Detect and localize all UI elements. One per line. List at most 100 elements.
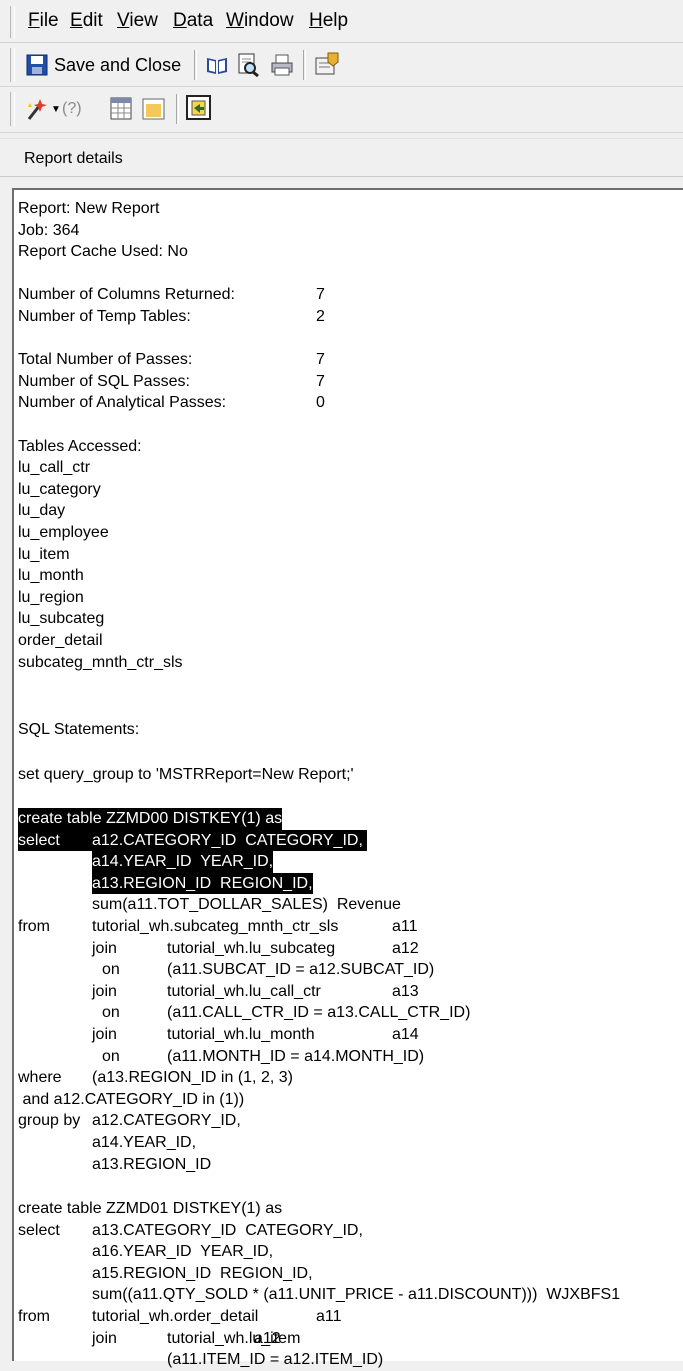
wizard-wand-icon	[27, 99, 47, 120]
print-button[interactable]	[270, 52, 294, 78]
sql-keyword: select	[18, 1221, 60, 1239]
report-name: Report: New Report	[18, 200, 160, 217]
toolbar-grip-2[interactable]	[10, 92, 15, 126]
sql-line: (a11.CALL_CTR_ID = a13.CALL_CTR_ID)	[167, 1004, 471, 1022]
sql-line: sum((a11.QTY_SOLD * (a11.UNIT_PRICE - a1…	[92, 1286, 621, 1304]
sql-line: create table ZZMD00 DISTKEY(1) as	[18, 808, 283, 830]
table-name: subcateg_mnth_ctr_sls	[18, 653, 183, 671]
table-name: lu_call_ctr	[18, 459, 91, 477]
save-and-close-label: Save and Close	[54, 54, 182, 75]
sql-set-query-group: set query_group to 'MSTRReport=New Repor…	[18, 766, 354, 783]
sql-keyword: group by	[18, 1112, 81, 1130]
help-button[interactable]: (?)	[62, 96, 82, 122]
sql-line: (a11.SUBCAT_ID = a12.SUBCAT_ID)	[167, 961, 435, 979]
sql-line: (a11.ITEM_ID = a12.ITEM_ID)	[167, 1351, 384, 1369]
table-name: lu_month	[18, 567, 84, 585]
stat-label: Number of Temp Tables:	[18, 308, 191, 325]
table-name: lu_region	[18, 588, 84, 606]
open-book-button[interactable]	[205, 52, 229, 78]
wizard-dropdown-button[interactable]: ▼	[26, 96, 61, 122]
sql-line: create table ZZMD01 DISTKEY(1) as	[18, 1200, 283, 1217]
sql-table: tutorial_wh.lu_month	[167, 1026, 315, 1043]
sql-line: a12.CATEGORY_ID CATEGORY_ID,	[92, 829, 367, 852]
toolbar-standard: Save and Close	[0, 44, 683, 86]
table-name: lu_subcateg	[18, 610, 105, 628]
toolbar-grip[interactable]	[10, 48, 15, 82]
properties-icon	[315, 52, 339, 75]
toolbar-report: ▼ (?)	[0, 88, 683, 130]
stat-value: 7	[316, 286, 325, 304]
menu-window[interactable]: Window	[226, 10, 294, 32]
menu-help[interactable]: Help	[309, 10, 348, 32]
sql-table: tutorial_wh.lu_call_ctr	[167, 982, 321, 1000]
sql-keyword: from	[18, 1308, 50, 1325]
sql-keyword: from	[18, 918, 50, 935]
section-title: Report details	[24, 150, 123, 167]
stat-label: Number of SQL Passes:	[18, 372, 190, 390]
tables-header: Tables Accessed:	[18, 437, 142, 455]
export-button[interactable]	[186, 95, 212, 121]
sql-alias: a12	[254, 1329, 281, 1347]
sql-table: tutorial_wh.order_detail	[92, 1308, 259, 1325]
note-icon	[142, 98, 165, 120]
table-name: lu_day	[18, 502, 66, 520]
sql-line: a14.YEAR_ID YEAR_ID,	[92, 851, 274, 873]
sql-alias: a11	[316, 1308, 342, 1325]
sql-table: tutorial_wh.subcateg_mnth_ctr_sls	[92, 918, 339, 935]
sql-line: a16.YEAR_ID YEAR_ID,	[92, 1243, 274, 1261]
sql-keyword: select	[18, 829, 92, 852]
sql-keyword: where	[18, 1069, 62, 1087]
sql-alias: a14	[392, 1026, 419, 1043]
print-preview-button[interactable]	[236, 52, 260, 78]
sql-keyword: on	[102, 1047, 120, 1065]
menu-grip[interactable]	[10, 6, 15, 38]
sql-line: a14.YEAR_ID,	[92, 1134, 197, 1151]
sql-line: (a13.REGION_ID in (1, 2, 3)	[92, 1069, 293, 1087]
sql-line: a12.CATEGORY_ID,	[92, 1112, 241, 1130]
stat-value: 2	[316, 308, 325, 325]
sql-header: SQL Statements:	[18, 721, 140, 738]
sql-keyword: join	[92, 939, 117, 957]
menu-file[interactable]: File	[28, 10, 59, 32]
sql-keyword: on	[102, 961, 120, 979]
stat-label: Total Number of Passes:	[18, 351, 193, 369]
properties-button[interactable]	[314, 51, 340, 77]
sql-keyword: on	[102, 1004, 120, 1022]
note-button[interactable]	[142, 96, 166, 122]
sql-line: (a11.MONTH_ID = a14.MONTH_ID)	[167, 1047, 425, 1065]
stat-label: Number of Analytical Passes:	[18, 394, 227, 412]
sql-line: sum(a11.TOT_DOLLAR_SALES) Revenue	[92, 896, 401, 914]
grid-report-icon	[110, 97, 132, 120]
job-number: Job: 364	[18, 221, 80, 239]
chevron-down-icon: ▼	[51, 103, 61, 115]
sql-keyword: join	[92, 982, 117, 1000]
table-name: order_detail	[18, 632, 103, 649]
sql-keyword: join	[92, 1329, 117, 1347]
stat-value: 7	[316, 372, 325, 390]
sql-line: a15.REGION_ID REGION_ID,	[92, 1264, 313, 1282]
menu-edit[interactable]: Edit	[70, 10, 103, 32]
sql-keyword: join	[92, 1026, 117, 1043]
sql-line: a13.REGION_ID	[92, 1155, 212, 1173]
table-name: lu_employee	[18, 524, 109, 541]
floppy-disk-icon	[26, 54, 48, 76]
print-preview-icon	[238, 53, 259, 77]
sql-alias: a12	[392, 939, 419, 957]
menu-data[interactable]: Data	[173, 10, 213, 32]
help-question-icon: (?)	[62, 100, 82, 117]
report-cache: Report Cache Used: No	[18, 243, 188, 261]
sql-line: a13.CATEGORY_ID CATEGORY_ID,	[92, 1221, 363, 1239]
sql-line: and a12.CATEGORY_ID in (1))	[18, 1090, 245, 1108]
sql-line: a13.REGION_ID REGION_ID,	[92, 872, 313, 895]
stat-label: Number of Columns Returned:	[18, 286, 235, 304]
book-icon	[207, 58, 227, 74]
sql-alias: a11	[392, 918, 418, 935]
printer-icon	[271, 54, 293, 76]
menu-view[interactable]: View	[117, 10, 158, 32]
export-document-icon	[186, 95, 211, 120]
grid-view-button[interactable]	[110, 96, 134, 122]
sql-alias: a13	[392, 982, 419, 1000]
save-and-close-button[interactable]: Save and Close	[26, 52, 181, 78]
table-name: lu_item	[18, 545, 70, 563]
table-name: lu_category	[18, 480, 101, 498]
